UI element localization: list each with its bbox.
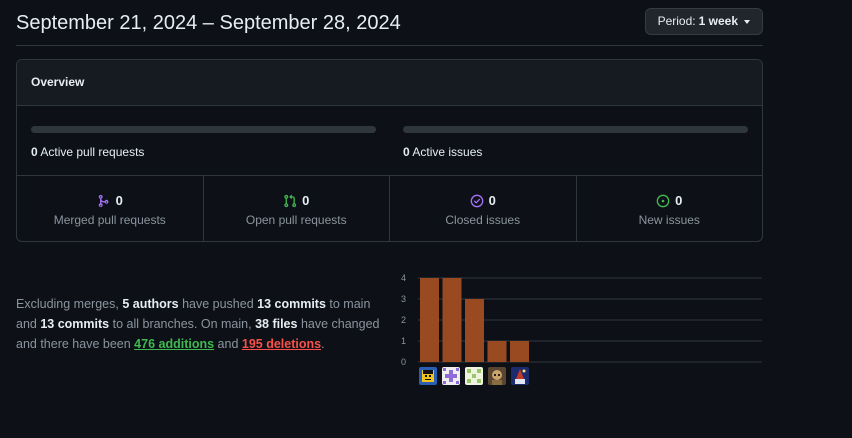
overview-panel: Overview 0 Active pull requests 0 Active… [16,59,763,242]
active-issues-bar [403,126,748,133]
stat-open-count: 0 [302,193,310,208]
commits-all-count: 13 commits [40,317,110,331]
bar-author-5[interactable] [510,341,529,362]
author-avatar-2[interactable] [442,367,460,385]
stat-open-label: Open pull requests [245,213,347,227]
merge-icon [98,194,109,207]
stat-closed-label: Closed issues [445,213,521,227]
author-avatar-4[interactable] [488,367,506,385]
summary-text: have pushed [182,297,254,311]
commits-main-count: 13 commits [257,297,326,311]
active-prs-block[interactable]: 0 Active pull requests [31,126,376,159]
active-issues-label: Active issues [412,145,483,159]
pull-request-icon [284,194,297,207]
stat-closed-issues[interactable]: 0 Closed issues [390,176,577,241]
bar-author-4[interactable] [487,341,507,362]
date-range-title: September 21, 2024 – September 28, 2024 [16,12,401,34]
additions-link[interactable]: 476 additions [134,337,214,351]
y-tick-label: 2 [401,315,406,325]
stat-merged-label: Merged pull requests [53,213,166,227]
bar-author-2[interactable] [442,278,462,362]
author-avatar-3[interactable] [465,367,483,385]
stat-merged-prs[interactable]: 0 Merged pull requests [17,176,204,241]
period-label: Period: [657,14,696,28]
stat-new-label: New issues [638,213,700,227]
active-prs-bar [31,126,376,133]
files-count: 38 files [255,317,298,331]
y-tick-label: 1 [401,336,406,346]
deletions-link[interactable]: 195 deletions [242,337,321,351]
bar-author-3[interactable] [465,299,484,362]
overview-stats: 0 Merged pull requests 0 Open pull reque… [17,176,762,241]
stat-new-count: 0 [675,193,683,208]
stat-new-issues[interactable]: 0 New issues [577,176,763,241]
commits-chart-svg: 0 1 2 3 4 [401,273,762,367]
active-issues-block[interactable]: 0 Active issues [403,126,748,159]
overview-title: Overview [17,60,762,106]
issue-opened-icon [656,194,670,207]
stat-merged-count: 0 [115,193,123,208]
summary-text: . [321,337,325,351]
bar-author-1[interactable] [420,278,439,362]
authors-count: 5 authors [122,297,179,311]
summary-text: and [217,337,239,351]
header: September 21, 2024 – September 28, 2024 … [16,0,763,46]
period-value: 1 week [698,14,738,28]
author-avatar-5[interactable] [511,367,529,385]
caret-down-icon [744,19,750,24]
stat-closed-count: 0 [488,193,496,208]
active-prs-count: 0 [31,145,38,159]
y-tick-label: 3 [401,294,406,304]
overview-activity-bars: 0 Active pull requests 0 Active issues [17,106,762,176]
summary-text: to all branches. On main, [112,317,252,331]
stat-open-prs[interactable]: 0 Open pull requests [204,176,390,241]
period-dropdown-button[interactable]: Period: 1 week [644,8,763,35]
summary-text: Excluding merges, [16,297,119,311]
y-tick-label: 0 [401,357,406,367]
author-avatar-1[interactable] [419,367,437,385]
y-tick-label: 4 [401,273,406,283]
author-avatars [419,367,529,385]
active-prs-label: Active pull requests [40,145,145,159]
active-issues-count: 0 [403,145,410,159]
issue-closed-icon [470,194,483,207]
commit-summary: Excluding merges, 5 authors have pushed … [16,294,388,354]
